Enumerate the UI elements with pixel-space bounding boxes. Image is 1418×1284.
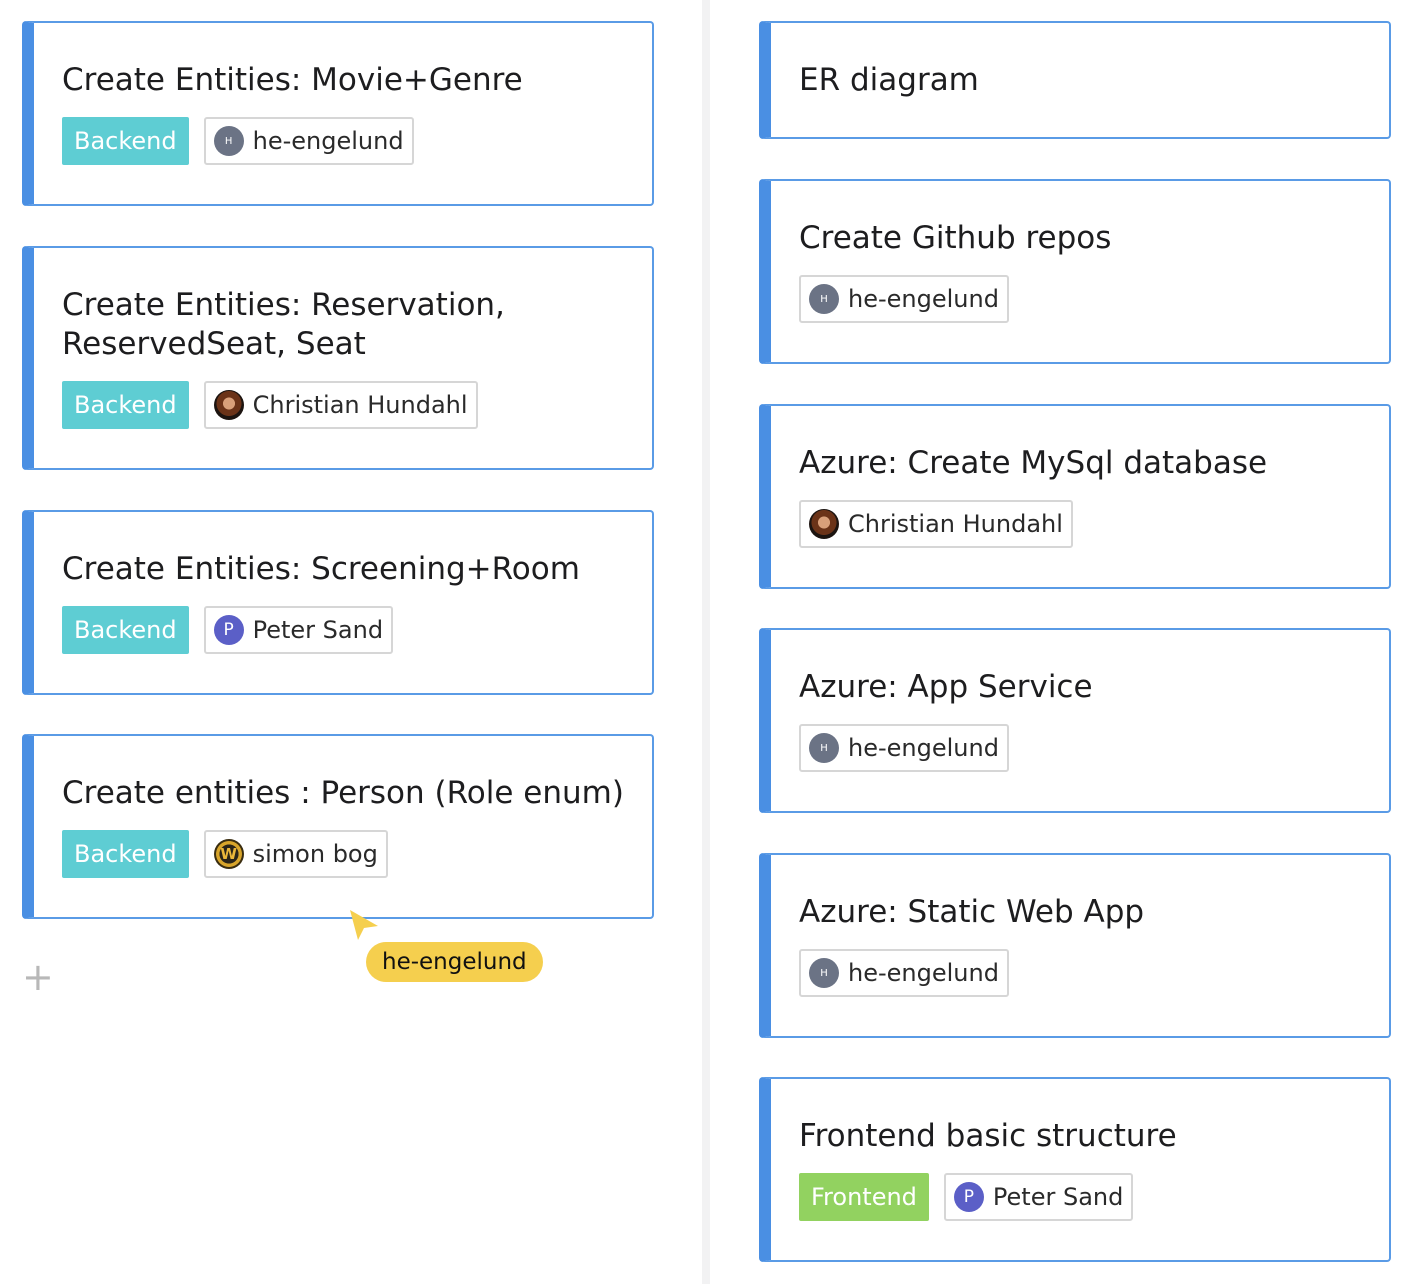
assignee-chip[interactable]: H he-engelund — [203, 117, 414, 165]
assignee-name: he-engelund — [848, 734, 999, 762]
collaborator-cursor-label: he-engelund — [366, 942, 543, 982]
task-card[interactable]: Create Entities: Screening+Room Backend … — [22, 510, 654, 695]
assignee-chip[interactable]: P Peter Sand — [943, 1173, 1134, 1221]
task-card[interactable]: Azure: Static Web App H he-engelund — [759, 853, 1391, 1038]
task-card[interactable]: Azure: Create MySql database Christian H… — [759, 404, 1391, 589]
label-backend[interactable]: Backend — [62, 830, 189, 878]
card-title: Azure: App Service — [799, 669, 1093, 705]
avatar: H — [809, 284, 839, 314]
avatar: P — [953, 1182, 984, 1212]
assignee-name: Christian Hundahl — [252, 391, 468, 419]
label-backend[interactable]: Backend — [62, 606, 189, 654]
task-card[interactable]: Create Entities: Reservation, ReservedSe… — [22, 246, 654, 470]
avatar — [809, 509, 839, 539]
label-backend[interactable]: Backend — [62, 381, 189, 429]
assignee-name: simon bog — [252, 840, 378, 868]
column-divider — [702, 0, 710, 1284]
assignee-chip[interactable]: H he-engelund — [799, 724, 1009, 772]
assignee-chip[interactable]: Christian Hundahl — [203, 381, 478, 429]
assignee-name: he-engelund — [848, 285, 999, 313]
avatar: H — [213, 126, 244, 156]
label-backend[interactable]: Backend — [62, 117, 189, 165]
card-title: Create Entities: Screening+Room — [62, 551, 580, 587]
task-card[interactable]: Create entities : Person (Role enum) Bac… — [22, 734, 654, 919]
kanban-board: Create Entities: Movie+Genre Backend H h… — [0, 0, 1418, 1284]
task-card[interactable]: Azure: App Service H he-engelund — [759, 628, 1391, 813]
cursor-pointer-icon — [350, 910, 378, 940]
card-title: ER diagram — [799, 62, 979, 98]
card-title: Azure: Create MySql database — [799, 445, 1268, 481]
task-card[interactable]: Create Github repos H he-engelund — [759, 179, 1391, 364]
assignee-name: Christian Hundahl — [848, 510, 1063, 538]
card-title: Create entities : Person (Role enum) — [62, 775, 624, 811]
assignee-name: he-engelund — [848, 959, 999, 987]
card-title: Frontend basic structure — [799, 1118, 1177, 1154]
avatar — [213, 390, 244, 420]
avatar: H — [809, 733, 839, 763]
assignee-chip[interactable]: Christian Hundahl — [799, 500, 1073, 548]
card-title: Create Entities: Movie+Genre — [62, 62, 523, 98]
card-title: Create Github repos — [799, 220, 1112, 256]
assignee-name: Peter Sand — [252, 616, 384, 644]
avatar: P — [213, 615, 244, 645]
assignee-chip[interactable]: H he-engelund — [799, 275, 1009, 323]
task-card[interactable]: Create Entities: Movie+Genre Backend H h… — [22, 21, 654, 206]
assignee-name: Peter Sand — [992, 1183, 1124, 1211]
assignee-name: he-engelund — [252, 127, 404, 155]
avatar: W — [213, 839, 244, 869]
assignee-chip[interactable]: W simon bog — [203, 830, 388, 878]
card-title: Create Entities: Reservation, ReservedSe… — [62, 287, 505, 362]
assignee-chip[interactable]: P Peter Sand — [203, 606, 394, 654]
plus-icon[interactable]: + — [22, 958, 54, 996]
task-card[interactable]: Frontend basic structure Frontend P Pete… — [759, 1077, 1391, 1262]
avatar: H — [809, 958, 839, 988]
card-title: Azure: Static Web App — [799, 894, 1145, 930]
assignee-chip[interactable]: H he-engelund — [799, 949, 1009, 997]
label-frontend[interactable]: Frontend — [799, 1173, 929, 1221]
task-card[interactable]: ER diagram — [759, 21, 1391, 139]
